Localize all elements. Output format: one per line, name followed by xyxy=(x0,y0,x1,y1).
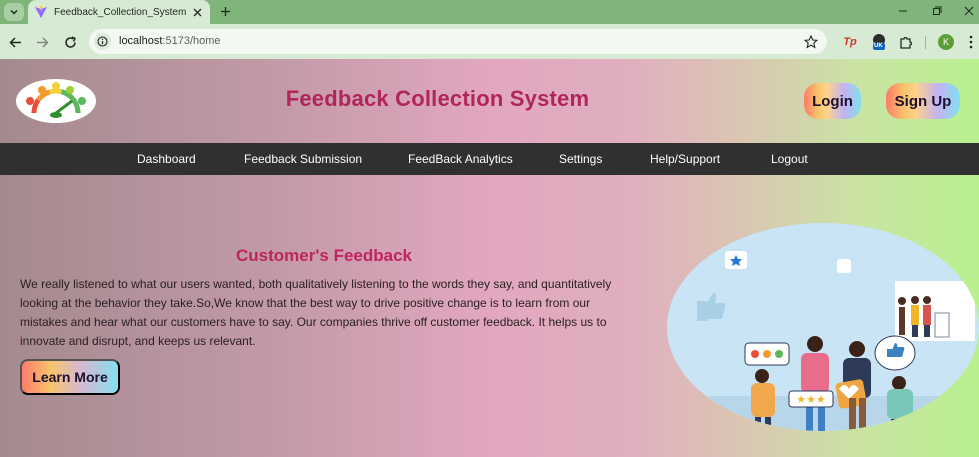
tab-title: Feedback_Collection_System xyxy=(54,6,187,18)
nav-help-support[interactable]: Help/Support xyxy=(650,152,720,166)
nav-feedback-submission[interactable]: Feedback Submission xyxy=(244,152,362,166)
site-info-icon[interactable] xyxy=(94,33,111,50)
restore-icon xyxy=(933,6,942,15)
close-tab-icon[interactable] xyxy=(190,5,204,19)
browser-tab-active[interactable]: Feedback_Collection_System xyxy=(28,0,210,24)
nav-feedback-analytics[interactable]: FeedBack Analytics xyxy=(408,152,513,166)
extensions-puzzle-icon[interactable] xyxy=(897,33,915,51)
address-bar[interactable]: localhost:5173/home xyxy=(89,29,827,54)
vite-logo-icon xyxy=(35,6,47,18)
back-button[interactable] xyxy=(6,33,24,51)
page-root: Feedback Collection System Login Sign Up… xyxy=(0,59,979,457)
signup-button[interactable]: Sign Up xyxy=(886,83,960,119)
minimize-button[interactable] xyxy=(893,2,913,20)
url-text: localhost:5173/home xyxy=(119,35,221,47)
login-button[interactable]: Login xyxy=(804,83,861,119)
url-host: localhost xyxy=(119,35,163,47)
chevron-down-icon xyxy=(10,9,18,15)
extension-badge: UK xyxy=(874,43,883,49)
customer-feedback-illustration: ★★★ ★★★ xyxy=(667,223,979,431)
browser-menu-icon[interactable] xyxy=(966,33,976,51)
minimize-icon xyxy=(899,10,907,12)
browser-tab-strip: Feedback_Collection_System xyxy=(0,0,979,24)
arrow-right-icon xyxy=(36,36,49,48)
main-navbar: Dashboard Feedback Submission FeedBack A… xyxy=(0,143,979,175)
hero-description: We really listened to what our users wan… xyxy=(20,277,612,348)
hero-heading: Customer's Feedback xyxy=(236,246,412,265)
tab-search-button[interactable] xyxy=(4,3,24,21)
nav-logout[interactable]: Logout xyxy=(771,152,808,166)
arrow-left-icon xyxy=(8,36,21,48)
extension-tp-icon[interactable]: Tp xyxy=(841,33,859,51)
reload-button[interactable] xyxy=(61,33,79,51)
toolbar-divider xyxy=(925,36,926,49)
restore-button[interactable] xyxy=(927,2,947,20)
browser-toolbar: localhost:5173/home Tp UK K xyxy=(0,24,979,59)
new-tab-button[interactable] xyxy=(216,2,234,20)
extension-incognito-uk-icon[interactable]: UK xyxy=(870,33,888,51)
url-path: :5173/home xyxy=(162,35,221,47)
learn-more-button[interactable]: Learn More xyxy=(20,359,120,395)
nav-settings[interactable]: Settings xyxy=(559,152,602,166)
plus-icon xyxy=(220,6,230,16)
bookmark-star-icon[interactable] xyxy=(802,33,819,50)
site-title: Feedback Collection System xyxy=(285,86,590,111)
profile-avatar[interactable]: K xyxy=(938,34,954,50)
close-window-button[interactable] xyxy=(959,2,979,20)
forward-button[interactable] xyxy=(33,33,51,51)
reload-icon xyxy=(64,35,76,48)
close-icon xyxy=(964,6,974,16)
nav-dashboard[interactable]: Dashboard xyxy=(137,152,196,166)
illustration-rating-stars: ★★★ xyxy=(796,393,826,406)
